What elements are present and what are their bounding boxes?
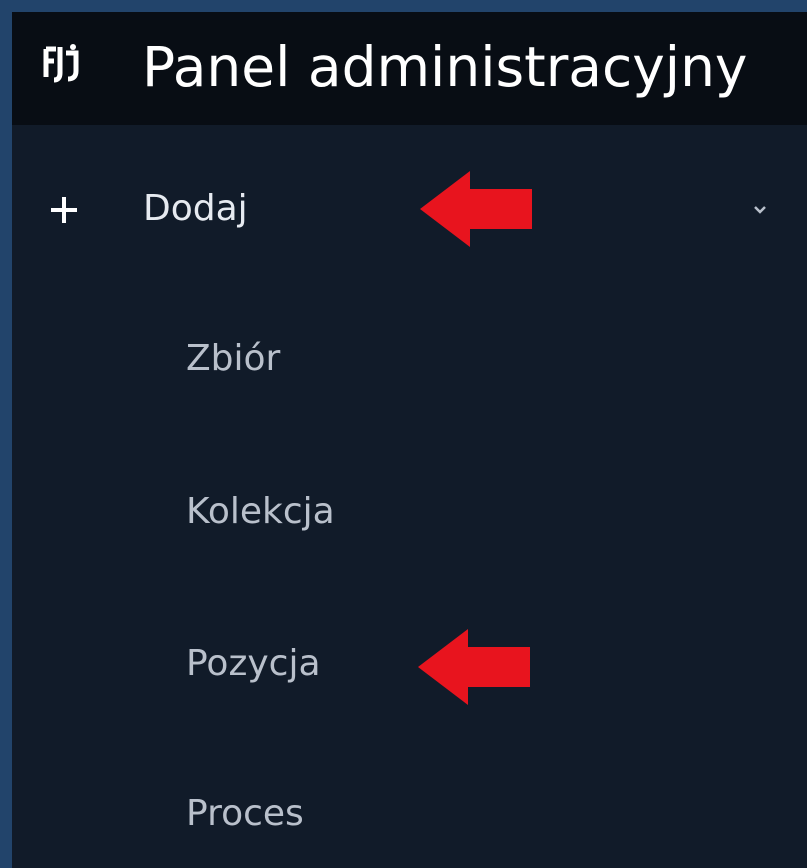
page-title: Panel administracyjny [142, 35, 748, 99]
sidebar-header: Panel administracyjny [12, 12, 807, 125]
sidebar-subitem-label: Kolekcja [186, 491, 335, 532]
plus-icon [51, 197, 77, 223]
app-logo-icon [43, 44, 79, 83]
sidebar-subitem-label: Proces [186, 793, 304, 834]
sidebar-subitem-label: Zbiór [186, 338, 281, 379]
sidebar-item-dodaj[interactable]: Dodaj [12, 162, 807, 257]
arrow-left-icon [418, 629, 530, 705]
sidebar-subitem-label: Pozycja [186, 643, 321, 684]
sidebar-subitem-zbior[interactable]: Zbiór [12, 303, 807, 413]
sidebar-subitem-proces[interactable]: Proces [12, 758, 807, 868]
sidebar-item-label: Dodaj [143, 188, 248, 229]
chevron-down-icon[interactable] [752, 204, 768, 216]
arrow-left-icon [420, 171, 532, 247]
admin-sidebar: Panel administracyjny Dodaj Zbiór Kolekc… [12, 12, 807, 868]
sidebar-subitem-pozycja[interactable]: Pozycja [12, 608, 807, 718]
sidebar-subitem-kolekcja[interactable]: Kolekcja [12, 456, 807, 566]
